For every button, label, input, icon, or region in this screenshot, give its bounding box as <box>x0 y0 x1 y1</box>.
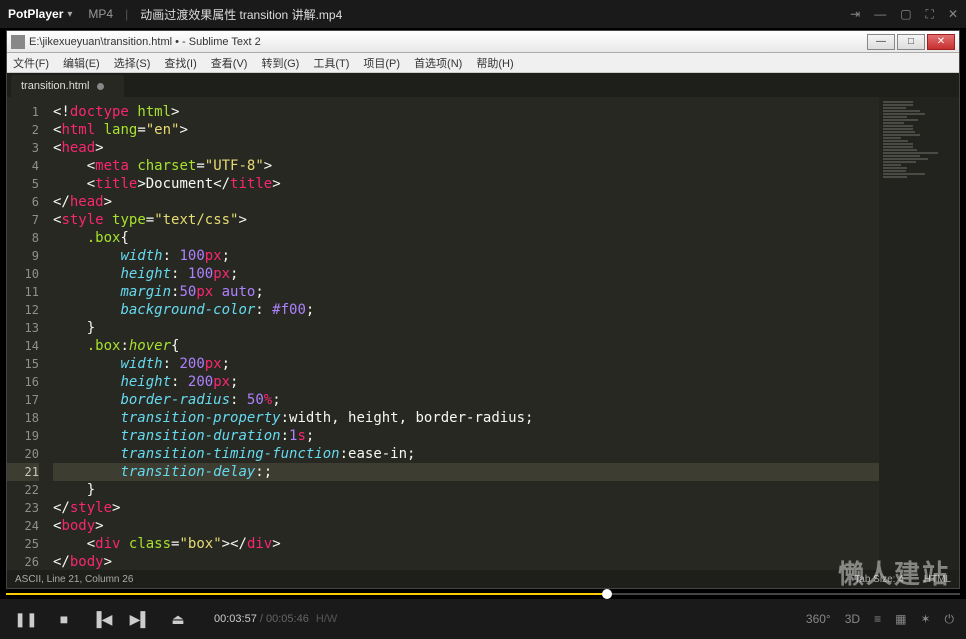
menu-item[interactable]: 查看(V) <box>211 55 248 71</box>
app-name: PotPlayer <box>8 7 63 21</box>
menu-item[interactable]: 选择(S) <box>114 55 151 71</box>
restore-button[interactable]: ▢ <box>900 7 911 22</box>
hw-label: H/W <box>316 613 337 625</box>
editor-maximize-button[interactable]: □ <box>897 34 925 50</box>
eject-button[interactable]: ⏏ <box>164 605 192 633</box>
watermark-logo: 懒人建站 <box>838 554 950 591</box>
next-button[interactable]: ▶▌ <box>126 605 154 633</box>
tab-dirty-icon <box>97 83 104 90</box>
editor-window-title: E:\jikexueyuan\transition.html • - Subli… <box>29 36 865 48</box>
sublime-window: E:\jikexueyuan\transition.html • - Subli… <box>6 30 960 589</box>
menu-item[interactable]: 首选项(N) <box>414 55 462 71</box>
grid-icon[interactable]: ▦ <box>895 612 906 626</box>
duration: 00:05:46 <box>266 613 309 625</box>
360-icon[interactable]: 360° <box>806 612 831 626</box>
power-icon[interactable]: ⏻ <box>945 612 955 627</box>
maximize-button[interactable]: ⛶ <box>926 7 934 22</box>
titlebar-divider: | <box>125 7 128 21</box>
code-area[interactable]: <!doctype html><html lang="en"><head> <m… <box>47 97 879 570</box>
tab-transition[interactable]: transition.html <box>11 75 124 97</box>
status-left: ASCII, Line 21, Column 26 <box>15 574 133 585</box>
settings-icon[interactable]: ✶ <box>920 612 930 626</box>
progress-bar[interactable] <box>6 591 960 597</box>
minimap[interactable] <box>879 97 959 570</box>
player-titlebar: PotPlayer ▾ MP4 | 动画过渡效果属性 transition 讲解… <box>0 0 966 28</box>
editor-app-icon <box>11 35 25 49</box>
menu-item[interactable]: 转到(G) <box>261 55 299 71</box>
progress-thumb[interactable] <box>602 589 612 599</box>
stop-button[interactable]: ■ <box>50 605 78 633</box>
prev-button[interactable]: ▐◀ <box>88 605 116 633</box>
media-filename: 动画过渡效果属性 transition 讲解.mp4 <box>140 6 342 23</box>
editor-body: 1234567891011121314151617181920212223242… <box>7 97 959 570</box>
app-menu-dropdown-icon[interactable]: ▾ <box>67 9 72 20</box>
pin-icon[interactable]: ⇥ <box>850 7 860 22</box>
editor-tabbar: transition.html <box>7 73 959 97</box>
3d-icon[interactable]: 3D <box>845 612 860 626</box>
tab-label: transition.html <box>21 80 89 92</box>
editor-titlebar: E:\jikexueyuan\transition.html • - Subli… <box>7 31 959 53</box>
menu-item[interactable]: 工具(T) <box>313 55 349 71</box>
time-display: 00:03:57 / 00:05:46 H/W <box>214 613 337 625</box>
editor-menubar: 文件(F) 编辑(E) 选择(S) 查找(I) 查看(V) 转到(G) 工具(T) 项目(P)… <box>7 53 959 73</box>
editor-statusbar: ASCII, Line 21, Column 26 Tab Size: 4 HT… <box>7 570 959 588</box>
close-button[interactable]: ✕ <box>948 7 958 22</box>
menu-item[interactable]: 项目(P) <box>363 55 400 71</box>
menu-item[interactable]: 编辑(E) <box>63 55 100 71</box>
editor-close-button[interactable]: ✕ <box>927 34 955 50</box>
menu-item[interactable]: 查找(I) <box>164 55 196 71</box>
progress-track[interactable] <box>6 593 960 595</box>
menu-item[interactable]: 文件(F) <box>13 55 49 71</box>
player-controls: ❚❚ ■ ▐◀ ▶▌ ⏏ 00:03:57 / 00:05:46 H/W 360… <box>0 599 966 639</box>
current-time: 00:03:57 <box>214 613 257 625</box>
media-format: MP4 <box>88 7 113 21</box>
editor-minimize-button[interactable]: — <box>867 34 895 50</box>
minimize-button[interactable]: — <box>874 7 886 22</box>
progress-fill <box>6 593 607 595</box>
pause-button[interactable]: ❚❚ <box>12 605 40 633</box>
line-gutter: 1234567891011121314151617181920212223242… <box>7 97 47 570</box>
playlist-icon[interactable]: ≡ <box>874 612 881 626</box>
menu-item[interactable]: 帮助(H) <box>476 55 513 71</box>
